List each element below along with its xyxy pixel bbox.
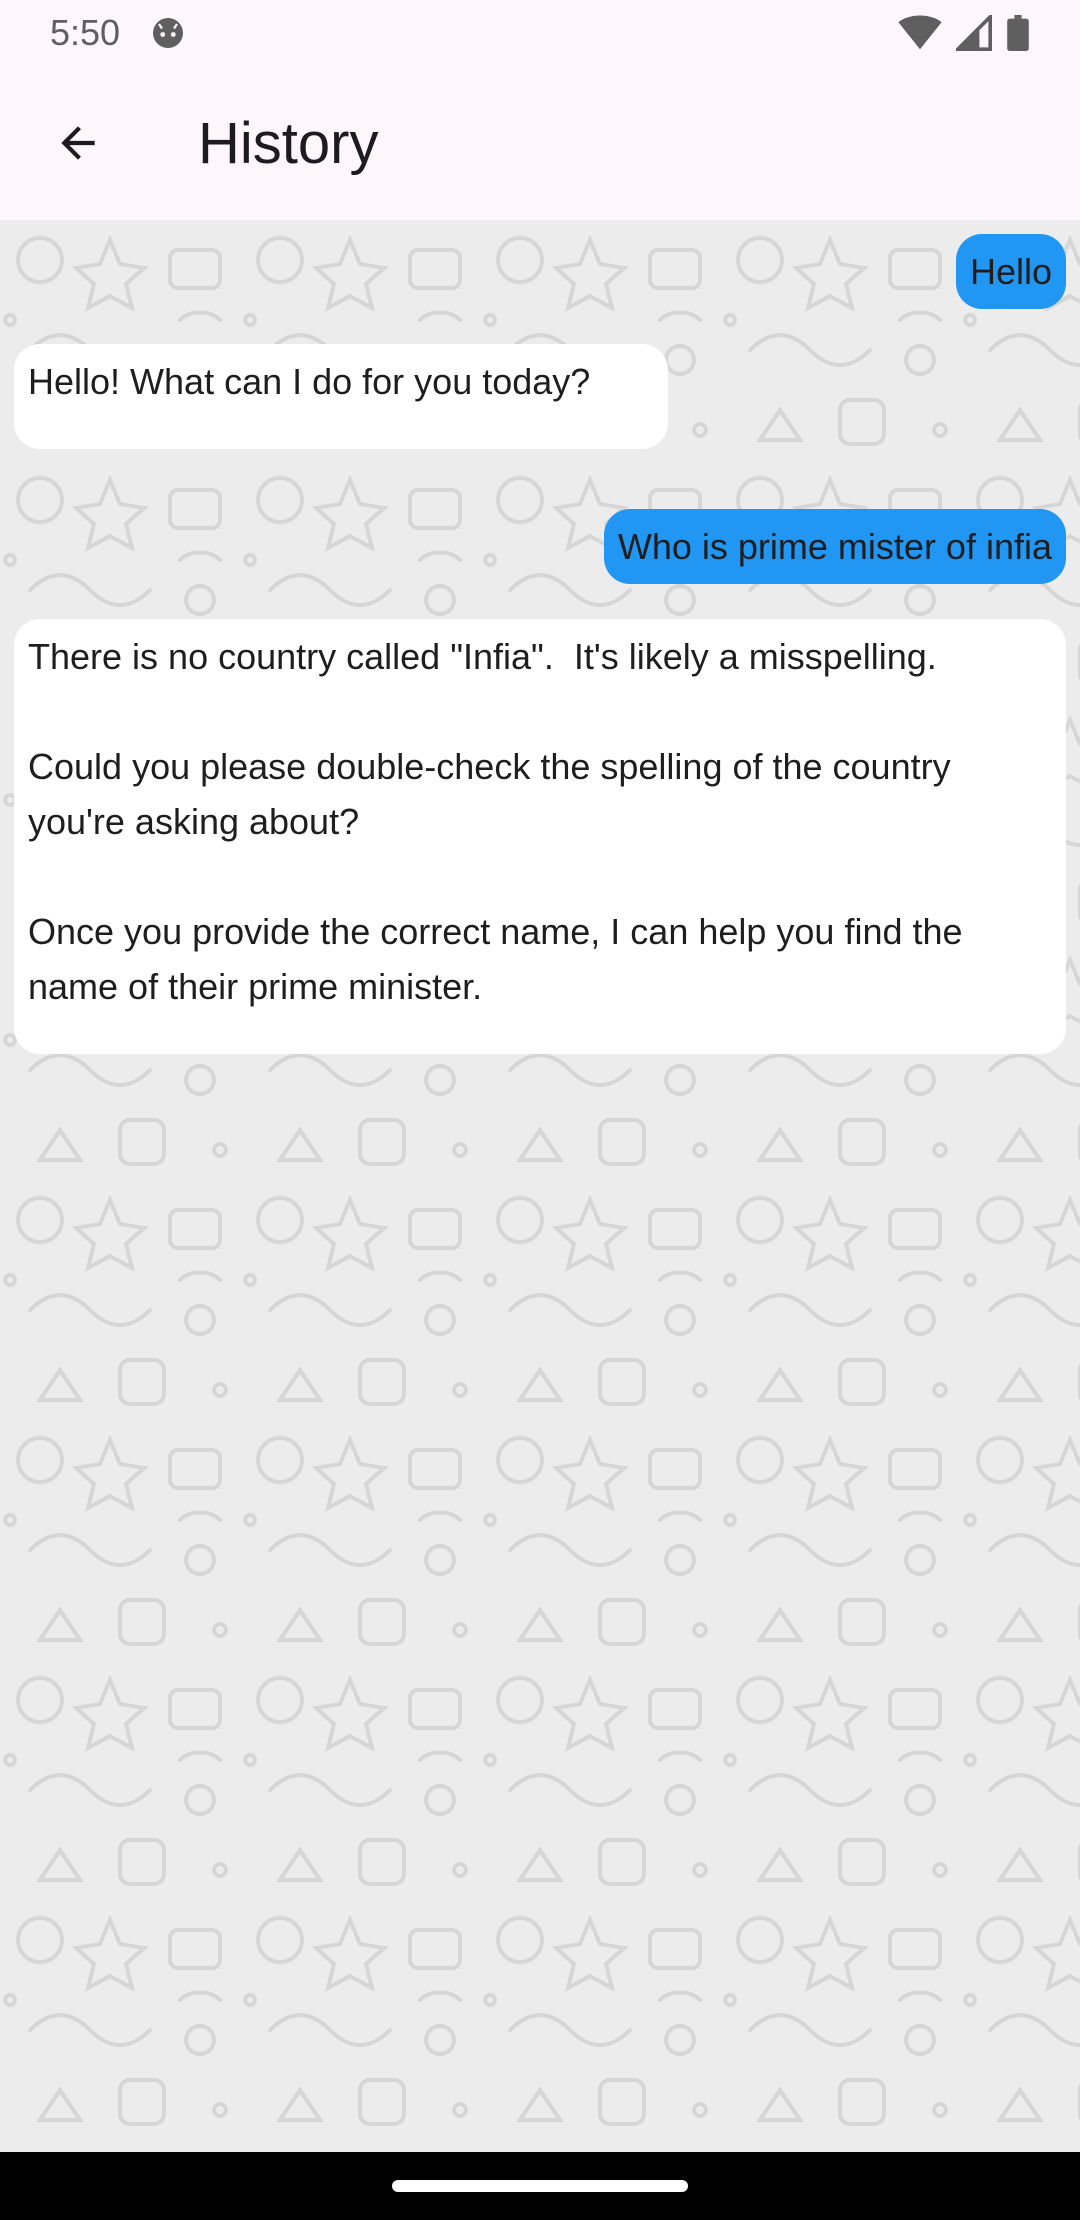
home-gesture-handle[interactable]: [392, 2180, 688, 2192]
signal-icon: [956, 15, 992, 51]
chat-area[interactable]: Hello Hello! What can I do for you today…: [0, 220, 1080, 2152]
status-time: 5:50: [50, 12, 121, 53]
message-bubble-bot: Hello! What can I do for you today?: [14, 344, 668, 449]
arrow-back-icon: [61, 126, 95, 160]
system-navigation-bar: [0, 2152, 1080, 2220]
message-bubble-user: Who is prime mister of infia: [603, 509, 1066, 584]
back-button[interactable]: [38, 103, 118, 183]
status-bar: 5:50: [0, 0, 1080, 66]
android-face-icon: [153, 18, 184, 48]
app-bar: History: [0, 66, 1080, 220]
message-bubble-user: Hello: [955, 234, 1066, 309]
battery-icon: [1007, 15, 1029, 51]
wifi-icon: [898, 15, 942, 50]
page-title: History: [198, 110, 379, 176]
message-bubble-bot: There is no country called "Infia". It's…: [14, 619, 1066, 1054]
